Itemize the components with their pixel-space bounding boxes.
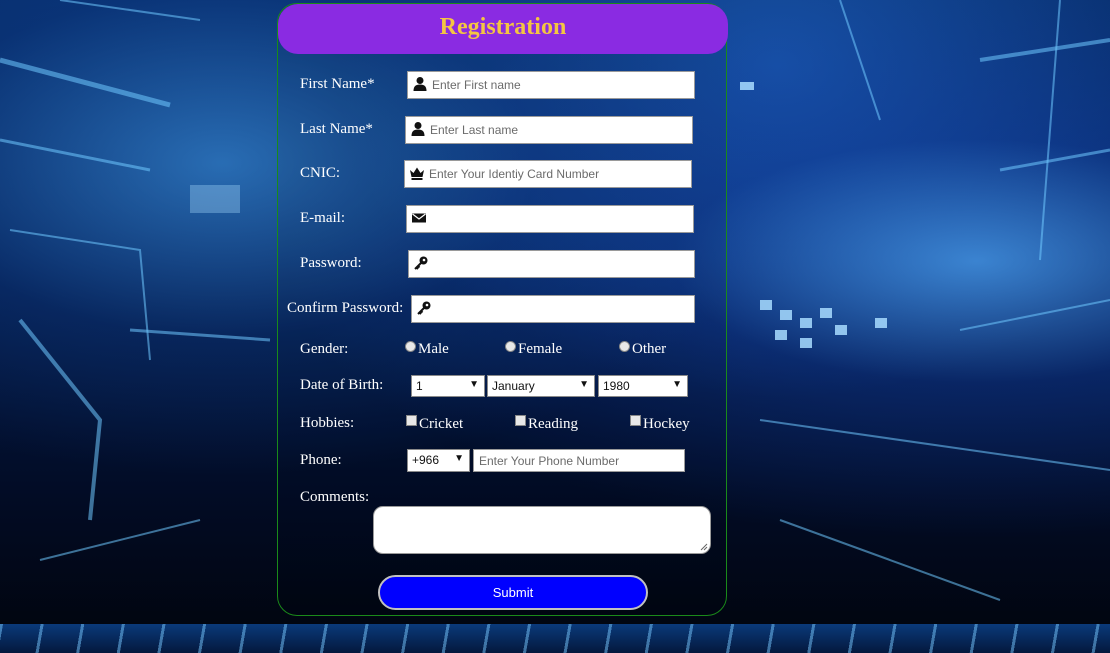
gender-label: Gender:: [300, 341, 349, 357]
resize-grip-icon[interactable]: [700, 543, 708, 551]
gender-option-label: Female: [518, 341, 563, 357]
user-icon: [413, 77, 427, 91]
phone-field[interactable]: [473, 449, 685, 472]
phone-label: Phone:: [300, 452, 342, 468]
dropdown-arrow-icon: ▼: [579, 379, 589, 390]
phone-code-select[interactable]: +966 ▼: [407, 449, 470, 472]
checkbox[interactable]: [515, 415, 526, 426]
phone-code-value: +966: [412, 453, 440, 467]
dob-label: Date of Birth:: [300, 377, 384, 393]
password-input[interactable]: [433, 251, 690, 277]
first-name-input[interactable]: [432, 72, 690, 98]
dropdown-arrow-icon: ▼: [469, 379, 479, 390]
last-name-label: Last Name*: [300, 121, 373, 137]
dropdown-arrow-icon: ▼: [672, 379, 682, 390]
dropdown-arrow-icon: ▼: [454, 453, 464, 464]
first-name-field[interactable]: [407, 71, 695, 99]
password-label: Password:: [300, 255, 362, 271]
gender-radio-other[interactable]: Other: [619, 341, 666, 358]
dob-day-select[interactable]: 1 ▼: [411, 375, 485, 397]
phone-input[interactable]: [477, 450, 681, 471]
checkbox[interactable]: [406, 415, 417, 426]
hobbies-label: Hobbies:: [300, 415, 355, 431]
form-title: Registration: [439, 14, 567, 40]
last-name-input[interactable]: [430, 117, 688, 143]
hobby-option-label: Cricket: [419, 416, 464, 432]
email-field[interactable]: [406, 205, 694, 233]
confirm-password-label: Confirm Password:: [287, 300, 404, 316]
submit-button[interactable]: Submit: [378, 575, 648, 610]
gender-radio-female[interactable]: Female: [505, 341, 562, 358]
dob-month-select[interactable]: January ▼: [487, 375, 595, 397]
comments-label: Comments:: [300, 489, 370, 505]
comments-textarea[interactable]: [373, 506, 711, 554]
radio-button[interactable]: [405, 341, 416, 352]
gender-option-label: Male: [418, 341, 449, 357]
checkbox[interactable]: [630, 415, 641, 426]
crown-icon: [410, 167, 424, 180]
hobby-checkbox-hockey[interactable]: Hockey: [630, 415, 690, 433]
registration-form: Registration First Name* Last Name* CNIC…: [277, 3, 728, 616]
first-name-label: First Name*: [300, 76, 375, 92]
dob-month-value: January: [492, 379, 535, 393]
confirm-password-input[interactable]: [436, 296, 690, 322]
confirm-password-field[interactable]: [411, 295, 695, 323]
key-icon: [414, 256, 428, 270]
radio-button[interactable]: [619, 341, 630, 352]
hobby-option-label: Reading: [528, 416, 578, 432]
gender-radio-male[interactable]: Male: [405, 341, 449, 358]
hobby-option-label: Hockey: [643, 416, 690, 432]
last-name-field[interactable]: [405, 116, 693, 144]
dob-year-select[interactable]: 1980 ▼: [598, 375, 688, 397]
radio-button[interactable]: [505, 341, 516, 352]
cnic-input[interactable]: [429, 161, 687, 187]
cnic-field[interactable]: [404, 160, 692, 188]
hobby-checkbox-cricket[interactable]: Cricket: [406, 415, 463, 433]
dob-day-value: 1: [416, 379, 423, 393]
key-icon: [417, 301, 431, 315]
password-field[interactable]: [408, 250, 695, 278]
envelope-icon: [412, 213, 426, 223]
user-icon: [411, 122, 425, 136]
email-label: E-mail:: [300, 210, 345, 226]
email-input[interactable]: [431, 206, 689, 232]
cnic-label: CNIC:: [300, 165, 341, 181]
background-bottom-strip: [0, 624, 1110, 653]
gender-option-label: Other: [632, 341, 667, 357]
dob-year-value: 1980: [603, 379, 630, 393]
form-header: Registration: [278, 4, 728, 54]
hobby-checkbox-reading[interactable]: Reading: [515, 415, 578, 433]
